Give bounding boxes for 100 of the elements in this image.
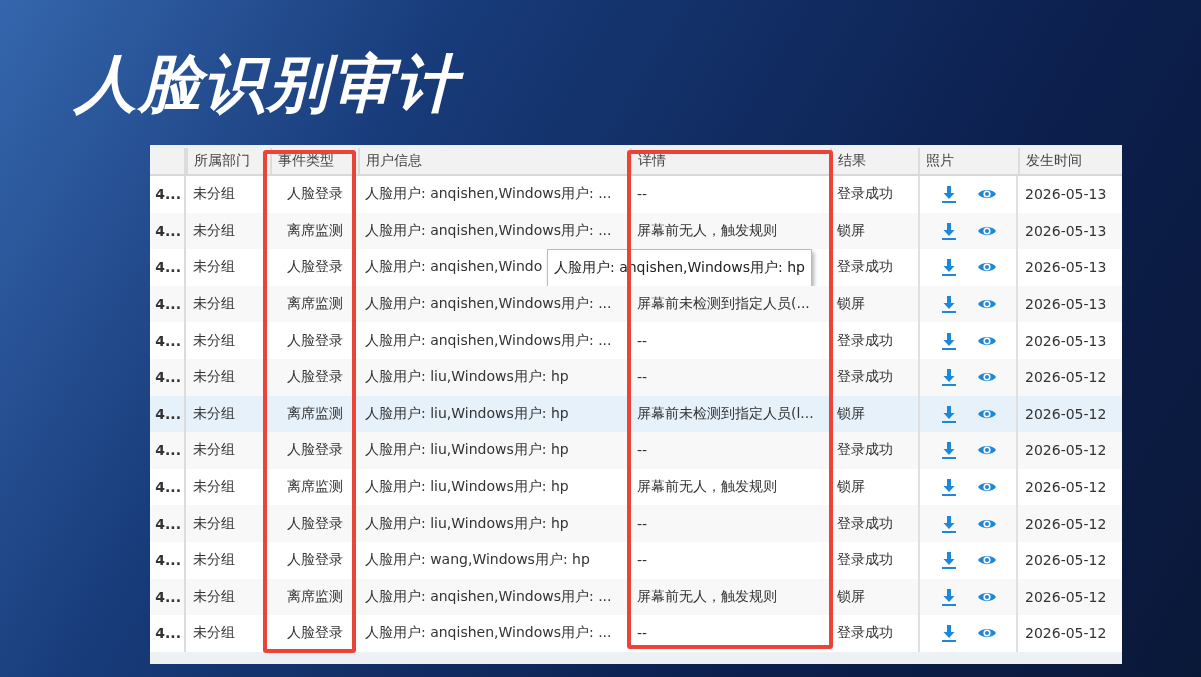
table-cell: 2026-05-13	[1025, 186, 1107, 203]
table-cell: 人脸登录	[286, 514, 343, 533]
table-cell: 人脸用户: anqishen,Windows用户: ...	[365, 331, 612, 350]
table-cell: 锁屏	[837, 404, 865, 423]
download-icon[interactable]	[939, 257, 959, 278]
table-cell: 人脸登录	[286, 624, 343, 643]
download-icon[interactable]	[939, 184, 959, 205]
table-cell: --	[637, 625, 648, 642]
table-row[interactable]: 4... 未分组 人脸登录 人脸用户: anqishen,Windows用户: ... -- 登录成功 2026-05-13	[150, 176, 1122, 213]
table-cell: --	[637, 332, 648, 349]
table-row[interactable]: 4... 未分组 人脸登录 人脸用户: anqishen,Windows用户: ... -- 登录成功 2026-05-12	[150, 615, 1122, 652]
table-cell: 人脸用户: anqishen,Windows用户: ...	[365, 295, 612, 314]
table-row[interactable]: 4... 未分组 人脸登录 人脸用户: liu,Windows用户: hp -- 登录成功 2026-05-12	[150, 505, 1122, 542]
table-cell: 人脸登录	[286, 441, 343, 460]
table-cell: 未分组	[193, 258, 235, 277]
table-cell: 人脸用户: anqishen,Windows用户: ...	[365, 185, 612, 204]
table-cell: 2026-05-12	[1025, 552, 1107, 569]
table-cell: 锁屏	[837, 587, 865, 606]
table-cell: --	[637, 369, 648, 386]
download-icon[interactable]	[939, 513, 959, 534]
table-cell: 未分组	[193, 404, 235, 423]
table-cell: 2026-05-13	[1025, 332, 1107, 349]
table-cell: 未分组	[193, 514, 235, 533]
table-row[interactable]: 4... 未分组 离席监测 人脸用户: anqishen,Windows用户: ... 屏幕前无人，触发规则 锁屏 2026-05-13	[150, 212, 1122, 250]
download-icon[interactable]	[939, 440, 959, 461]
table-cell: 锁屏	[837, 295, 865, 314]
table-cell: 登录成功	[837, 368, 893, 387]
table-cell: 未分组	[193, 587, 235, 606]
table-row[interactable]: 4... 未分组 离席监测 人脸用户: anqishen,Windows用户: ... 屏幕前无人，触发规则 锁屏 2026-05-12	[150, 578, 1122, 616]
table-cell: 4...	[155, 479, 181, 496]
download-icon[interactable]	[939, 403, 959, 424]
table-cell: --	[637, 186, 648, 203]
table-cell: 人脸用户: liu,Windows用户: hp	[365, 404, 569, 423]
download-icon[interactable]	[939, 586, 959, 607]
column-header[interactable]: 照片	[918, 148, 1018, 174]
table-row[interactable]: 4... 未分组 人脸登录 人脸用户: anqishen,Windows用户: ... -- 登录成功 2026-05-13	[150, 322, 1122, 359]
column-header[interactable]: 结果	[830, 148, 918, 174]
table-cell: --	[637, 552, 648, 569]
table-row[interactable]: 4... 未分组 人脸登录 人脸用户: wang,Windows用户: hp -- 登录成功 2026-05-12	[150, 541, 1122, 579]
table-cell: 屏幕前未检测到指定人员(...	[637, 295, 810, 314]
table-cell: --	[637, 515, 648, 532]
column-header[interactable]: 发生时间	[1018, 148, 1122, 174]
column-header[interactable]: 用户信息	[358, 148, 630, 174]
table-cell: 屏幕前无人，触发规则	[637, 587, 777, 606]
table-cell: 人脸用户: liu,Windows用户: hp	[365, 441, 569, 460]
table-cell: 未分组	[193, 441, 235, 460]
table-cell: 屏幕前未检测到指定人员(l...	[637, 404, 814, 423]
table-row[interactable]: 4... 未分组 离席监测 人脸用户: anqishen,Windows用户: ... 屏幕前未检测到指定人员(... 锁屏 2026-05-13	[150, 285, 1122, 323]
table-cell: 2026-05-12	[1025, 479, 1107, 496]
download-icon[interactable]	[939, 220, 959, 241]
table-row[interactable]: 4... 未分组 离席监测 人脸用户: liu,Windows用户: hp 屏幕前未检测到指定人员(l... 锁屏 2026-05-12	[150, 395, 1122, 433]
download-icon[interactable]	[939, 477, 959, 498]
download-icon[interactable]	[939, 294, 959, 315]
table-cell: 4...	[155, 405, 181, 422]
column-header[interactable]: 所属部门	[186, 148, 270, 174]
download-icon[interactable]	[939, 330, 959, 351]
table-cell: 2026-05-12	[1025, 405, 1107, 422]
table-cell: 2026-05-12	[1025, 442, 1107, 459]
table-cell: 4...	[155, 369, 181, 386]
table-row[interactable]: 4... 未分组 离席监测 人脸用户: liu,Windows用户: hp 屏幕前无人，触发规则 锁屏 2026-05-12	[150, 468, 1122, 506]
table-cell: 屏幕前无人，触发规则	[637, 478, 777, 497]
table-cell: 人脸登录	[286, 185, 343, 204]
download-icon[interactable]	[939, 550, 959, 571]
table-cell: 4...	[155, 588, 181, 605]
table-cell: 登录成功	[837, 185, 893, 204]
table-cell: 人脸登录	[286, 368, 343, 387]
table-cell: 人脸用户: anqishen,Windows用户: ...	[365, 624, 612, 643]
table-cell: 未分组	[193, 295, 235, 314]
column-header[interactable]: 详情	[630, 148, 830, 174]
column-header[interactable]: 事件类型	[270, 148, 358, 174]
table-cell: 4...	[155, 296, 181, 313]
table-cell: --	[637, 442, 648, 459]
table-cell: 登录成功	[837, 441, 893, 460]
table-cell: 4...	[155, 259, 181, 276]
download-icon[interactable]	[939, 367, 959, 388]
table-cell: 4...	[155, 186, 181, 203]
table-cell: 未分组	[193, 368, 235, 387]
table-cell: 登录成功	[837, 258, 893, 277]
table-cell: 4...	[155, 625, 181, 642]
table-cell: 人脸用户: anqishen,Windows用户: ...	[365, 587, 612, 606]
table-cell: 离席监测	[286, 295, 343, 314]
table-cell: 登录成功	[837, 551, 893, 570]
table-cell: 登录成功	[837, 514, 893, 533]
download-icon[interactable]	[939, 623, 959, 644]
table-row[interactable]: 4... 未分组 人脸登录 人脸用户: liu,Windows用户: hp -- 登录成功 2026-05-12	[150, 432, 1122, 469]
table-cell: 人脸登录	[286, 551, 343, 570]
table-cell: 屏幕前无人，触发规则	[637, 221, 777, 240]
table-cell: 登录成功	[837, 624, 893, 643]
table-cell: 未分组	[193, 478, 235, 497]
table-cell: 2026-05-12	[1025, 588, 1107, 605]
table-cell: 4...	[155, 552, 181, 569]
table-row[interactable]: 4... 未分组 人脸登录 人脸用户: liu,Windows用户: hp -- 登录成功 2026-05-12	[150, 358, 1122, 396]
table-cell: 人脸用户: anqishen,Windo	[365, 258, 543, 277]
table-cell: 人脸用户: wang,Windows用户: hp	[365, 551, 590, 570]
table-cell: 人脸用户: anqishen,Windows用户: ...	[365, 221, 612, 240]
table-cell: 未分组	[193, 551, 235, 570]
table-cell: 2026-05-12	[1025, 369, 1107, 386]
slide-title: 人脸识别审计	[71, 42, 473, 126]
table-cell: 2026-05-13	[1025, 296, 1107, 313]
table-cell: 未分组	[193, 331, 235, 350]
